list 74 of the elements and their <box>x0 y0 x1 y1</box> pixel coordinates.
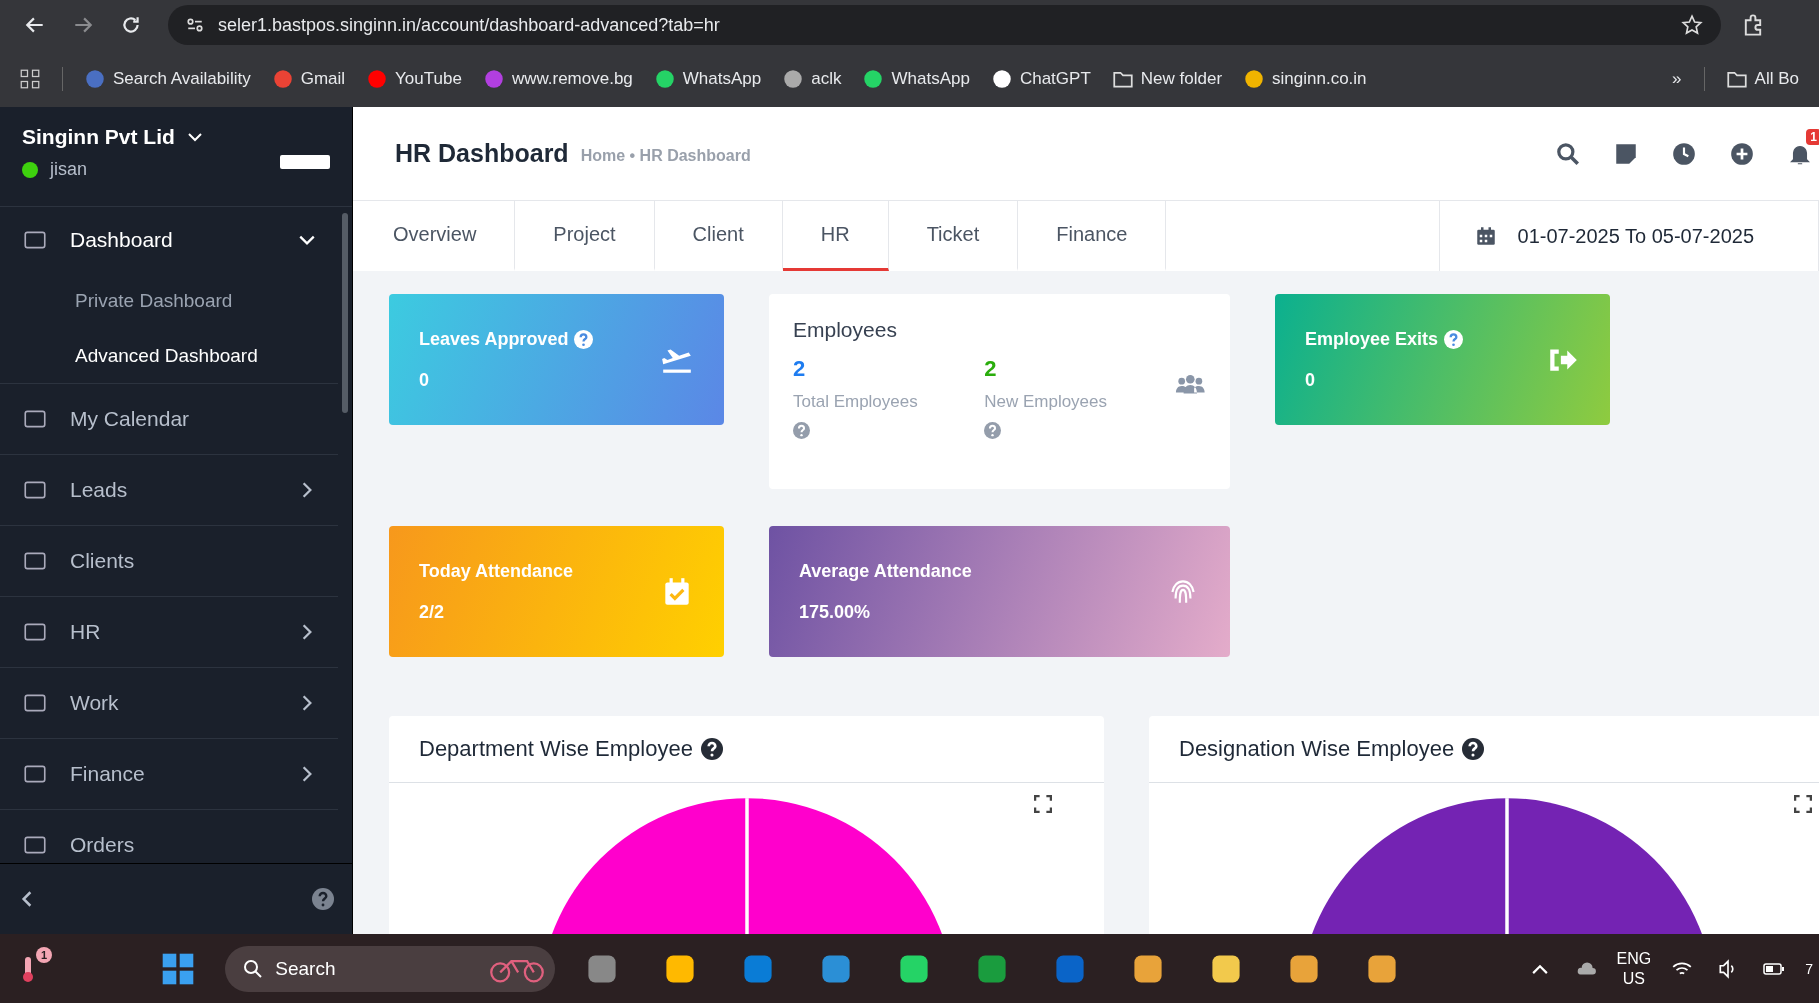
tab[interactable]: HR <box>782 201 889 271</box>
chart-title: Designation Wise Employee <box>1179 736 1455 762</box>
site-icon <box>991 68 1012 89</box>
notification-badge: 1 <box>1806 128 1819 145</box>
help-icon[interactable] <box>1462 738 1485 760</box>
language-indicator[interactable]: ENG US <box>1616 948 1652 989</box>
taskbar-search-field[interactable]: Search <box>225 945 556 992</box>
menu-item[interactable]: HR <box>0 597 338 668</box>
bookmark-link[interactable]: www.remove.bg <box>483 68 633 89</box>
menu-item[interactable]: Leads <box>0 455 338 526</box>
card-title: Leaves Approved <box>419 328 569 350</box>
user-name: jisan <box>50 159 88 180</box>
site-icon <box>863 68 884 89</box>
help-icon[interactable] <box>700 738 723 760</box>
add-icon[interactable] <box>1729 140 1755 167</box>
fullscreen-icon[interactable] <box>1794 795 1812 813</box>
chart-title: Department Wise Employee <box>419 736 693 762</box>
company-name[interactable]: Singinn Pvt Lid <box>22 125 175 149</box>
stat-value: 2 <box>984 356 997 382</box>
bookmark-link[interactable]: ChatGPT <box>991 68 1091 89</box>
bookmark-link[interactable]: New folder <box>1112 68 1223 89</box>
site-icon <box>272 68 293 89</box>
search-icon <box>243 958 264 979</box>
card-value: 175.00% <box>799 601 872 623</box>
url-text: seler1.bastpos.singinn.in/account/dashboard-advanced?tab=hr <box>218 14 721 36</box>
search-icon[interactable] <box>1555 140 1581 167</box>
page-title: HR Dashboard <box>395 139 569 168</box>
menu-item[interactable]: Clients <box>0 526 338 597</box>
bookmark-link[interactable]: singinn.co.in <box>1244 68 1367 89</box>
card-value: 0 <box>1305 369 1316 391</box>
card-value: 2/2 <box>419 601 446 623</box>
menu-item[interactable]: Work <box>0 668 338 739</box>
bookmark-link[interactable]: aclk <box>783 68 842 89</box>
windows-start-icon[interactable] <box>161 951 196 986</box>
submenu-item[interactable]: Advanced Dashboard <box>0 328 338 384</box>
clock-text: 7 <box>1805 960 1813 977</box>
card-title: Employee Exits <box>1305 328 1439 350</box>
reload-icon[interactable] <box>120 14 142 36</box>
bookmark-link[interactable]: Gmail <box>272 68 346 89</box>
bookmark-link[interactable]: WhatsApp <box>654 68 762 89</box>
date-range-picker[interactable]: 01-07-2025 To 05-07-2025 <box>1438 201 1819 271</box>
clock-icon[interactable] <box>1671 140 1697 167</box>
apps-grid-icon[interactable] <box>20 68 40 89</box>
fullscreen-icon[interactable] <box>1034 795 1052 813</box>
stat-label: Total Employees <box>793 392 918 412</box>
thermometer-icon[interactable] <box>20 954 36 983</box>
site-icon <box>783 68 804 89</box>
bookmark-link[interactable]: YouTube <box>367 68 462 89</box>
bookmark-link[interactable]: Search Availability <box>85 68 251 89</box>
card-title: Average Attendance <box>799 560 972 582</box>
menu-item[interactable]: My Calendar <box>0 384 338 455</box>
chevron-down-icon[interactable] <box>186 132 203 142</box>
stat-value: 2 <box>793 356 806 382</box>
site-settings-icon[interactable] <box>186 16 204 34</box>
all-bookmarks-link[interactable]: All Bo <box>1726 68 1799 89</box>
menu-item[interactable]: Dashboard <box>0 207 338 273</box>
submenu-item[interactable]: Private Dashboard <box>0 273 338 328</box>
menu-item[interactable]: Finance <box>0 739 338 810</box>
address-bar[interactable]: seler1.bastpos.singinn.in/account/dashboard-advanced?tab=hr <box>168 5 1721 45</box>
logo-image <box>280 155 330 169</box>
site-icon <box>367 68 388 89</box>
card-value: 0 <box>419 369 430 391</box>
site-icon <box>85 68 105 89</box>
card-title: Employees <box>793 318 898 342</box>
stat-label: New Employees <box>984 392 1108 412</box>
site-icon <box>1244 68 1265 89</box>
card-title: Today Attendance <box>419 560 574 582</box>
star-icon[interactable] <box>1681 14 1703 36</box>
alert-badge: 1 <box>36 946 52 963</box>
more-bookmarks-button[interactable]: » <box>1672 68 1682 89</box>
site-icon <box>654 68 675 89</box>
breadcrumb: Home • HR Dashboard <box>580 146 751 165</box>
bookmark-link[interactable]: WhatsApp <box>863 68 970 89</box>
site-icon <box>483 68 504 89</box>
